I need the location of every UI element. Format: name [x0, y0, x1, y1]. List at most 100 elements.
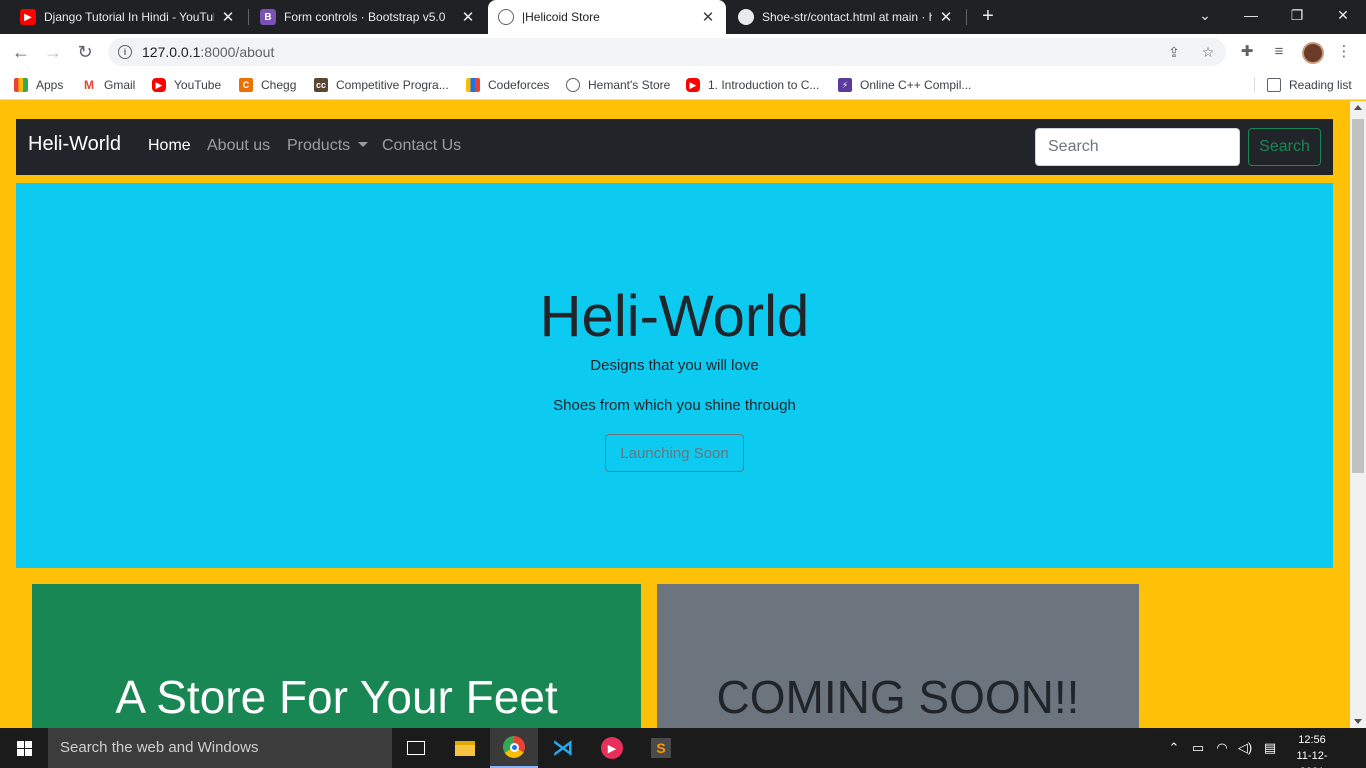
bookmark-intro-c[interactable]: ▶ 1. Introduction to C...	[686, 70, 819, 100]
address-bar[interactable]: i 127.0.0.1:8000/about ⇪ ☆	[108, 38, 1226, 66]
youtube-icon: ▶	[686, 78, 700, 92]
bookmark-youtube[interactable]: ▶ YouTube	[152, 70, 221, 100]
tab-strip: ▶ Django Tutorial In Hindi - YouTub ✕ B …	[0, 0, 1366, 34]
tab-github-contact[interactable]: Shoe-str/contact.html at main · h ✕	[728, 0, 964, 34]
new-tab-button[interactable]: +	[977, 5, 999, 27]
search-button[interactable]: Search	[1248, 128, 1321, 166]
lightning-icon: ⚡	[838, 78, 852, 92]
launching-soon-button[interactable]: Launching Soon	[605, 434, 744, 472]
notification-icon[interactable]: ▤	[1260, 728, 1280, 768]
nav-products-label: Products	[287, 137, 351, 154]
bookmark-online-cpp[interactable]: ⚡ Online C++ Compil...	[838, 70, 971, 100]
browser-toolbar: ← → ↻ i 127.0.0.1:8000/about ⇪ ☆ ✚ ≡ ⋮	[0, 34, 1366, 70]
bookmark-chegg[interactable]: C Chegg	[239, 70, 296, 100]
close-window-icon[interactable]: ✕	[1320, 0, 1366, 30]
url-host: 127.0.0.1	[142, 44, 201, 60]
scroll-up-icon[interactable]	[1354, 105, 1362, 110]
apps-grid-icon	[14, 78, 28, 92]
windows-logo-icon	[16, 740, 32, 756]
taskbar-clock[interactable]: 12:56 11-12-2021	[1286, 732, 1338, 768]
tab-search-chevron-icon[interactable]: ⌄	[1182, 0, 1228, 30]
restore-icon[interactable]: ❐	[1274, 0, 1320, 30]
bookmark-label: Chegg	[261, 78, 297, 92]
taskbar-search[interactable]: Search the web and Windows	[48, 728, 392, 768]
vscode-icon[interactable]: ⋊	[539, 728, 587, 768]
windows-taskbar: Search the web and Windows ⋊ ▶ S ⌃ ▭ ◠ ◁…	[0, 728, 1366, 768]
tab-django-tutorial[interactable]: ▶ Django Tutorial In Hindi - YouTub ✕	[10, 0, 246, 34]
file-explorer-icon[interactable]	[441, 728, 489, 768]
media-control-icon[interactable]: ≡	[1269, 42, 1289, 62]
tab-separator	[966, 9, 967, 25]
reading-list-button[interactable]: Reading list	[1267, 70, 1352, 100]
bookmark-gmail[interactable]: M Gmail	[82, 70, 135, 100]
close-icon[interactable]: ✕	[460, 8, 476, 26]
page-viewport: Heli-World Home About us Products Contac…	[0, 101, 1350, 728]
reload-icon[interactable]: ↻	[73, 40, 97, 64]
close-icon[interactable]: ✕	[938, 8, 954, 26]
caret-down-icon	[358, 142, 369, 147]
reading-list-icon	[1267, 78, 1281, 92]
media-player-icon[interactable]: ▶	[588, 728, 636, 768]
site-info-icon[interactable]: i	[118, 45, 132, 59]
share-icon[interactable]: ⇪	[1166, 44, 1182, 60]
tab-helicoid-store[interactable]: |Helicoid Store ✕	[488, 0, 726, 34]
youtube-icon: ▶	[20, 9, 36, 25]
tab-title: Django Tutorial In Hindi - YouTub	[44, 10, 214, 24]
tab-separator	[248, 9, 249, 25]
bookmarks-bar: Apps M Gmail ▶ YouTube C Chegg cc Compet…	[0, 70, 1366, 100]
clock-date: 11-12-2021	[1296, 750, 1328, 768]
bookmark-star-icon[interactable]: ☆	[1200, 44, 1216, 60]
globe-icon	[498, 9, 514, 25]
bookmark-label: Competitive Progra...	[336, 78, 449, 92]
task-view-icon[interactable]	[392, 728, 440, 768]
nav-products-dropdown[interactable]: Products	[287, 137, 369, 155]
scroll-down-icon[interactable]	[1354, 719, 1362, 724]
coming-soon-card: COMING SOON!!	[657, 584, 1139, 728]
nav-home[interactable]: Home	[148, 137, 191, 155]
page-scrollbar[interactable]	[1350, 101, 1366, 728]
search-input[interactable]	[1035, 128, 1240, 166]
close-icon[interactable]: ✕	[700, 8, 716, 26]
nav-about[interactable]: About us	[207, 137, 270, 155]
codeforces-icon	[466, 78, 480, 92]
youtube-icon: ▶	[152, 78, 166, 92]
url-text[interactable]: 127.0.0.1:8000/about	[142, 44, 274, 60]
battery-icon[interactable]: ▭	[1188, 728, 1208, 768]
bookmark-label: Codeforces	[488, 78, 550, 92]
tab-bootstrap-forms[interactable]: B Form controls · Bootstrap v5.0 ✕	[250, 0, 486, 34]
menu-dots-icon[interactable]: ⋮	[1334, 42, 1354, 62]
url-path: :8000/about	[200, 44, 275, 60]
chrome-icon[interactable]	[490, 728, 538, 768]
sublime-text-icon[interactable]: S	[637, 728, 685, 768]
gmail-icon: M	[84, 78, 94, 92]
profile-avatar[interactable]	[1302, 42, 1324, 64]
tray-chevron-icon[interactable]: ⌃	[1164, 728, 1184, 768]
bookmark-label: Gmail	[104, 78, 136, 92]
reading-list-label: Reading list	[1289, 78, 1352, 92]
scrollbar-thumb[interactable]	[1352, 119, 1364, 473]
extensions-icon[interactable]: ✚	[1237, 42, 1257, 62]
chegg-icon: C	[239, 78, 253, 92]
nav-contact[interactable]: Contact Us	[382, 137, 461, 155]
bookmark-label: Online C++ Compil...	[860, 78, 972, 92]
bookmark-hemants-store[interactable]: Hemant's Store	[566, 70, 670, 100]
bookmark-competitive-programming[interactable]: cc Competitive Progra...	[314, 70, 449, 100]
start-button[interactable]	[0, 728, 48, 768]
minimize-icon[interactable]: —	[1228, 0, 1274, 30]
close-icon[interactable]: ✕	[220, 8, 236, 26]
tab-title: Shoe-str/contact.html at main · h	[762, 10, 932, 24]
site-navbar: Heli-World Home About us Products Contac…	[16, 119, 1333, 175]
bookmark-apps[interactable]: Apps	[14, 70, 63, 100]
hero-subtitle: Designs that you will love	[590, 357, 759, 374]
wifi-icon[interactable]: ◠	[1212, 728, 1232, 768]
bookmark-separator	[1254, 77, 1255, 93]
bookmark-label: Apps	[36, 78, 64, 92]
bookmark-label: 1. Introduction to C...	[708, 78, 820, 92]
volume-icon[interactable]: ◁)	[1235, 728, 1255, 768]
bookmark-codeforces[interactable]: Codeforces	[466, 70, 549, 100]
back-icon[interactable]: ←	[9, 40, 33, 64]
globe-icon	[566, 78, 580, 92]
navbar-brand[interactable]: Heli-World	[28, 133, 121, 156]
forward-icon[interactable]: →	[41, 40, 65, 64]
hero-section: Heli-World Designs that you will love Sh…	[16, 183, 1333, 568]
